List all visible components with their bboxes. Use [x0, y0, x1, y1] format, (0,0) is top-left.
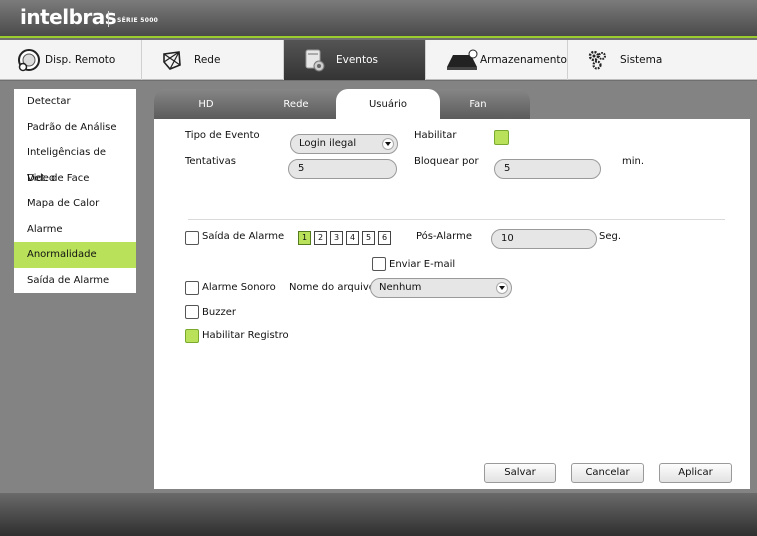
- attempts-input[interactable]: 5: [288, 159, 397, 179]
- tab-rede[interactable]: Rede: [244, 89, 348, 120]
- nav-label: Sistema: [620, 54, 663, 66]
- footer-bar: [0, 493, 757, 536]
- sound-alarm-checkbox[interactable]: [185, 281, 199, 295]
- sidebar-item-inteligencias-video[interactable]: Inteligências de Video: [14, 140, 136, 184]
- main-area: Detectar Padrão de Análise Inteligências…: [0, 81, 757, 493]
- chevron-down-icon: [496, 282, 508, 294]
- enable-log-label: Habilitar Registro: [202, 330, 289, 341]
- sidebar: Detectar Padrão de Análise Inteligências…: [14, 89, 136, 293]
- alarm-channel-1[interactable]: 1: [298, 231, 311, 245]
- sidebar-item-detectar[interactable]: Detectar: [14, 89, 136, 115]
- block-for-input[interactable]: 5: [494, 159, 601, 179]
- cancel-button[interactable]: Cancelar: [571, 463, 644, 483]
- top-header: intelbras SÉRIE 5000: [0, 0, 757, 38]
- brand-separator: [108, 11, 109, 27]
- block-for-label: Bloquear por: [414, 156, 479, 167]
- sidebar-item-saida-alarme[interactable]: Saída de Alarme: [14, 268, 136, 294]
- sidebar-item-anormalidade[interactable]: Anormalidade: [14, 242, 136, 268]
- apply-button[interactable]: Aplicar: [659, 463, 732, 483]
- save-button[interactable]: Salvar: [484, 463, 556, 483]
- alarm-channel-5[interactable]: 5: [362, 231, 375, 245]
- tab-usuario[interactable]: Usuário: [336, 89, 440, 120]
- event-type-select[interactable]: Login ilegal: [290, 134, 398, 154]
- nav-item-storage[interactable]: Armazenamento: [426, 40, 568, 80]
- alarm-channel-group: 1 2 3 4 5 6: [298, 231, 398, 245]
- brand-series: SÉRIE 5000: [117, 17, 159, 24]
- alarm-output-checkbox[interactable]: [185, 231, 199, 245]
- attempts-label: Tentativas: [185, 156, 236, 167]
- post-alarm-label: Pós-Alarme: [416, 231, 472, 242]
- block-unit-label: min.: [622, 156, 645, 167]
- send-email-checkbox[interactable]: [372, 257, 386, 271]
- chevron-down-icon: [382, 138, 394, 150]
- alarm-output-label: Saída de Alarme: [202, 231, 285, 242]
- file-name-label: Nome do arquivo: [289, 282, 375, 293]
- main-nav: Disp. Remoto Rede Eventos Armazenamento …: [0, 40, 757, 80]
- alarm-channel-3[interactable]: 3: [330, 231, 343, 245]
- event-type-value: Login ilegal: [299, 138, 357, 149]
- network-icon: [160, 48, 184, 72]
- post-alarm-input[interactable]: 10: [491, 229, 597, 249]
- brand-logo: intelbras: [20, 5, 117, 29]
- buzzer-label: Buzzer: [202, 307, 236, 318]
- remote-device-icon: [17, 48, 41, 72]
- system-gears-icon: [586, 48, 610, 72]
- file-name-select[interactable]: Nenhum: [370, 278, 512, 298]
- nav-item-system[interactable]: Sistema: [568, 40, 757, 80]
- sidebar-item-det-face[interactable]: Det. de Face: [14, 166, 136, 192]
- nav-item-remote-device[interactable]: Disp. Remoto: [0, 40, 142, 80]
- buzzer-checkbox[interactable]: [185, 305, 199, 319]
- settings-panel: Tipo de Evento Login ilegal Habilitar Te…: [154, 119, 750, 489]
- nav-item-network[interactable]: Rede: [142, 40, 284, 80]
- sound-alarm-label: Alarme Sonoro: [202, 282, 276, 293]
- tab-hd[interactable]: HD: [154, 89, 258, 120]
- sidebar-item-padrao-analise[interactable]: Padrão de Análise: [14, 115, 136, 141]
- events-icon: [302, 48, 326, 72]
- enable-checkbox[interactable]: [494, 130, 509, 145]
- post-alarm-unit: Seg.: [599, 231, 622, 242]
- file-name-value: Nenhum: [379, 282, 422, 293]
- event-type-label: Tipo de Evento: [185, 130, 260, 141]
- storage-icon: [444, 48, 480, 72]
- enable-label: Habilitar: [414, 130, 457, 141]
- nav-item-events[interactable]: Eventos: [284, 40, 426, 80]
- enable-log-checkbox[interactable]: [185, 329, 199, 343]
- nav-label: Eventos: [336, 54, 378, 66]
- divider: [188, 219, 725, 220]
- sidebar-item-alarme[interactable]: Alarme: [14, 217, 136, 243]
- alarm-channel-4[interactable]: 4: [346, 231, 359, 245]
- tab-fan[interactable]: Fan: [426, 89, 530, 120]
- alarm-channel-6[interactable]: 6: [378, 231, 391, 245]
- send-email-label: Enviar E-mail: [389, 259, 456, 270]
- sidebar-item-mapa-calor[interactable]: Mapa de Calor: [14, 191, 136, 217]
- nav-label: Rede: [194, 54, 221, 66]
- nav-label: Armazenamento: [480, 54, 567, 66]
- nav-label: Disp. Remoto: [45, 54, 116, 66]
- alarm-channel-2[interactable]: 2: [314, 231, 327, 245]
